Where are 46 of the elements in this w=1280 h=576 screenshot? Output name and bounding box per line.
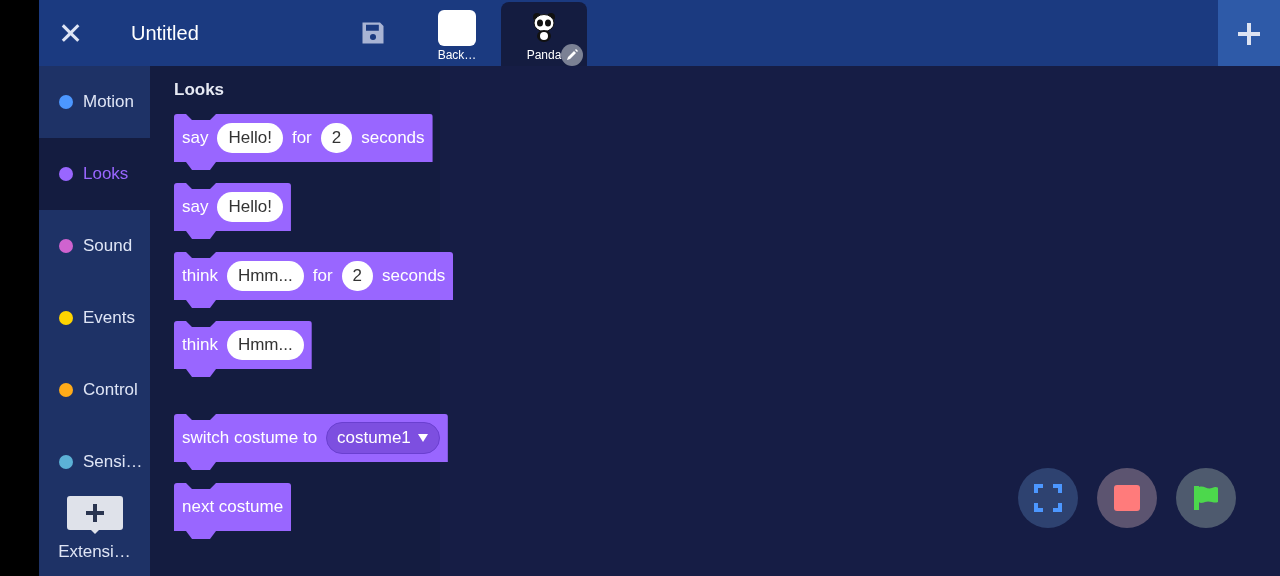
sprite-tile[interactable]: Panda	[501, 2, 587, 66]
sprite-label: Back…	[437, 48, 477, 62]
block-input[interactable]: 2	[341, 261, 373, 291]
code-block[interactable]: switch costume to costume1	[174, 414, 448, 470]
block-input[interactable]: Hmm...	[226, 261, 304, 291]
sprite-label: Panda	[526, 48, 562, 62]
category-label: Events	[83, 308, 135, 328]
category-item[interactable]: Sound	[39, 210, 150, 282]
sprite-tile[interactable]: Back…	[417, 2, 497, 66]
category-label: Sensi…	[83, 452, 143, 472]
palette-heading: Looks	[174, 80, 226, 100]
category-item[interactable]: Motion	[39, 66, 150, 138]
flag-button[interactable]	[1176, 468, 1236, 528]
code-block[interactable]: think Hmm...	[174, 321, 312, 377]
caret-icon	[416, 433, 429, 443]
close-button[interactable]: ✕	[39, 15, 101, 51]
code-block[interactable]: next costume	[174, 483, 292, 539]
flag-icon	[1192, 484, 1220, 512]
add-extension-icon[interactable]	[66, 496, 123, 536]
project-title: Untitled	[131, 21, 200, 45]
add-button[interactable]	[1218, 0, 1280, 68]
backdrop-thumbnail	[438, 10, 476, 46]
category-item[interactable]: Events	[39, 282, 150, 354]
block-input[interactable]: Hello!	[217, 123, 283, 153]
code-block[interactable]: say Hello! for 2 seconds	[174, 114, 433, 170]
pencil-icon[interactable]	[561, 44, 583, 66]
fullscreen-icon	[1033, 483, 1063, 513]
block-input[interactable]: Hello!	[217, 192, 283, 222]
code-block[interactable]: say Hello!	[174, 183, 291, 239]
panda-icon	[531, 12, 557, 42]
block-dropdown[interactable]: costume1	[326, 422, 440, 454]
block-input[interactable]: Hmm...	[226, 330, 304, 360]
category-label: Motion	[83, 92, 135, 112]
plus-icon	[1236, 21, 1262, 47]
category-item[interactable]: Control	[39, 354, 150, 426]
category-label: Control	[83, 380, 138, 400]
fullscreen-button[interactable]	[1018, 468, 1078, 528]
stop-button[interactable]	[1097, 468, 1157, 528]
category-label: Looks	[83, 164, 129, 184]
stop-icon	[1114, 485, 1140, 511]
category-item[interactable]: Looks	[39, 138, 150, 210]
block-input[interactable]: 2	[320, 123, 353, 153]
code-block[interactable]: think Hmm... for 2 seconds	[174, 252, 454, 308]
category-item[interactable]: Sensi…	[39, 426, 150, 498]
extension-label[interactable]: Extensi…	[58, 542, 131, 562]
category-label: Sound	[83, 236, 133, 256]
